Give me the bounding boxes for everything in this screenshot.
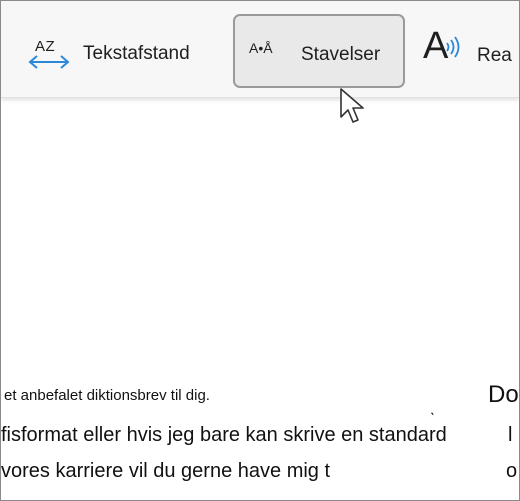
double-arrow-icon	[28, 55, 70, 69]
text-spacing-button[interactable]: AZ Tekstafstand	[27, 32, 190, 76]
mouse-pointer-icon	[340, 88, 364, 123]
sound-waves-icon	[446, 36, 460, 58]
stray-mark: ˎ	[430, 399, 436, 416]
syllables-button[interactable]: A•Å Stavelser	[233, 14, 405, 88]
toolbar: AZ Tekstafstand A•Å Stavelser A Rea	[1, 1, 519, 98]
document-line: fisformat eller hvis jeg bare kan skrive…	[1, 424, 447, 446]
document-line: vores karriere vil du gerne have mig t	[1, 460, 331, 482]
text-spacing-label: Tekstafstand	[83, 43, 190, 64]
document-line: et anbefalet diktionsbrev til dig.	[4, 387, 210, 404]
right-column-text: o	[506, 460, 518, 482]
syllables-icon: A•Å	[249, 40, 273, 56]
right-column-text: Do	[488, 381, 519, 408]
right-column-text: l	[508, 424, 513, 446]
immersive-reader-window: AZ Tekstafstand A•Å Stavelser A Rea et a…	[0, 0, 520, 501]
text-spacing-icon-text: AZ	[35, 38, 56, 55]
syllables-label: Stavelser	[301, 44, 381, 65]
read-aloud-label: Rea	[477, 45, 512, 66]
read-aloud-button[interactable]: A Rea	[423, 25, 512, 73]
text-spacing-icon: AZ	[27, 34, 71, 74]
read-aloud-icon: A	[423, 25, 471, 73]
